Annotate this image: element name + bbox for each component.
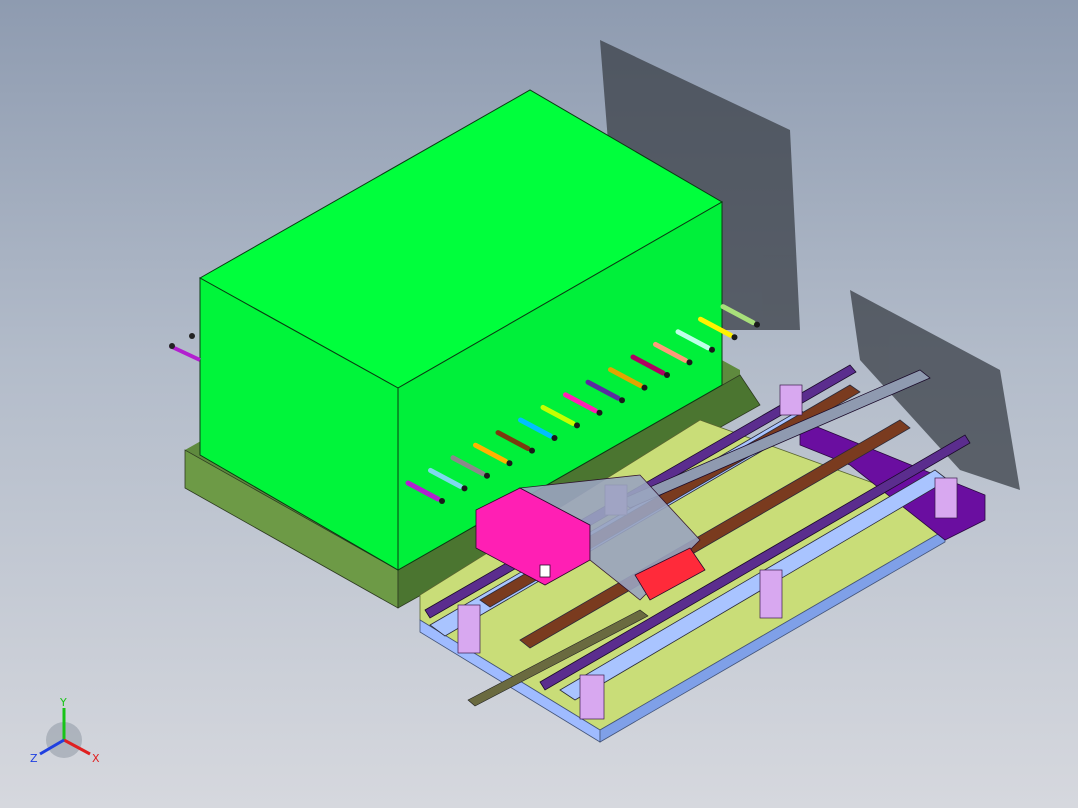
pipe-cap	[461, 485, 468, 492]
assembly-model[interactable]	[0, 0, 1078, 808]
pipe-cap	[529, 447, 535, 454]
pipe-cap	[484, 472, 490, 479]
pipe-cap	[731, 334, 738, 341]
pipe-cap	[709, 346, 715, 353]
pipe-cap	[439, 498, 445, 504]
cad-viewport[interactable]: Y X Z	[0, 0, 1078, 808]
y-axis-label: Y	[59, 696, 67, 709]
coordinate-triad: Y X Z	[30, 696, 100, 765]
pipe-cap	[506, 460, 513, 467]
pipe-cap	[596, 409, 603, 416]
pipe-cap	[664, 372, 670, 378]
pipe-cap	[754, 321, 760, 328]
z-axis-label: Z	[30, 752, 38, 765]
pipe-cap	[686, 359, 693, 366]
side-pipe	[169, 333, 201, 362]
pipe-cap	[574, 422, 580, 429]
pipe-cap	[551, 435, 558, 441]
pipe-cap	[619, 397, 625, 404]
x-axis-label: X	[92, 752, 100, 765]
pipe-cap	[641, 384, 648, 391]
